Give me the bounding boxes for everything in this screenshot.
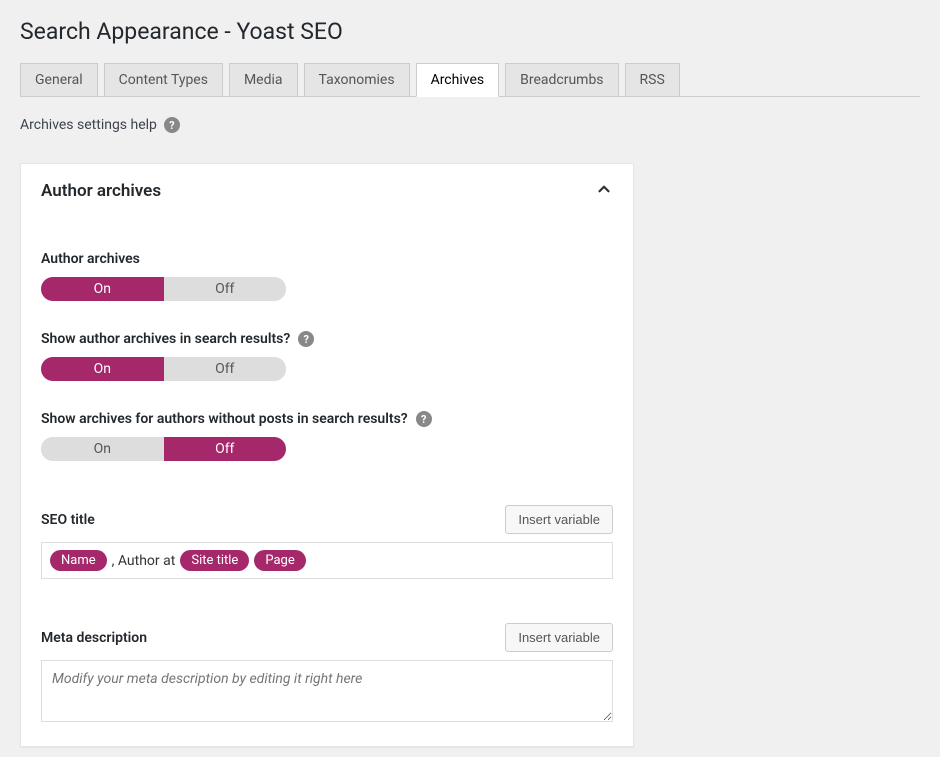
tab-rss[interactable]: RSS <box>625 63 680 97</box>
seo-title-input[interactable]: Name , Author at Site title Page <box>41 542 613 579</box>
insert-variable-button[interactable]: Insert variable <box>505 505 613 534</box>
setting-author-archives: Author archives On Off <box>41 251 613 301</box>
label-text: Author archives <box>41 251 140 267</box>
var-chip-page[interactable]: Page <box>254 550 305 571</box>
toggle-on[interactable]: On <box>41 437 164 461</box>
label-text: Show archives for authors without posts … <box>41 411 408 427</box>
help-icon[interactable]: ? <box>416 411 432 427</box>
page-title: Search Appearance - Yoast SEO <box>20 18 920 45</box>
seo-title-text: , Author at <box>112 553 176 569</box>
toggle-on[interactable]: On <box>41 357 164 381</box>
toggle-off[interactable]: Off <box>164 357 287 381</box>
toggle-on[interactable]: On <box>41 277 164 301</box>
panel-header[interactable]: Author archives <box>21 164 633 217</box>
label-show-without-posts: Show archives for authors without posts … <box>41 411 613 427</box>
tabs-nav: General Content Types Media Taxonomies A… <box>20 63 920 97</box>
panel-body: Author archives On Off Show author archi… <box>21 217 633 746</box>
help-icon[interactable]: ? <box>164 117 180 133</box>
label-text: Show author archives in search results? <box>41 331 290 347</box>
tab-general[interactable]: General <box>20 63 98 97</box>
setting-show-in-results: Show author archives in search results? … <box>41 331 613 381</box>
meta-description-label: Meta description <box>41 630 147 646</box>
var-chip-sitetitle[interactable]: Site title <box>180 550 249 571</box>
tab-taxonomies[interactable]: Taxonomies <box>304 63 410 97</box>
toggle-off[interactable]: Off <box>164 437 287 461</box>
var-chip-name[interactable]: Name <box>50 550 107 571</box>
tab-media[interactable]: Media <box>229 63 298 97</box>
toggle-show-in-results[interactable]: On Off <box>41 357 286 381</box>
archives-settings-help: Archives settings help ? <box>20 117 920 133</box>
meta-description-row: Meta description Insert variable <box>41 623 613 652</box>
meta-description-input[interactable] <box>41 660 613 722</box>
toggle-author-archives[interactable]: On Off <box>41 277 286 301</box>
tab-breadcrumbs[interactable]: Breadcrumbs <box>505 63 618 97</box>
label-show-in-results: Show author archives in search results? … <box>41 331 613 347</box>
help-text-label: Archives settings help <box>20 117 157 133</box>
setting-show-without-posts: Show archives for authors without posts … <box>41 411 613 461</box>
tab-archives[interactable]: Archives <box>416 63 500 97</box>
insert-variable-button[interactable]: Insert variable <box>505 623 613 652</box>
label-author-archives: Author archives <box>41 251 613 267</box>
author-archives-panel: Author archives Author archives On Off S… <box>20 163 634 747</box>
chevron-up-icon <box>595 180 613 201</box>
seo-title-row: SEO title Insert variable <box>41 505 613 534</box>
seo-title-label: SEO title <box>41 512 95 528</box>
tab-content-types[interactable]: Content Types <box>104 63 223 97</box>
toggle-off[interactable]: Off <box>164 277 287 301</box>
panel-title: Author archives <box>41 181 161 201</box>
help-icon[interactable]: ? <box>298 331 314 347</box>
toggle-show-without-posts[interactable]: On Off <box>41 437 286 461</box>
